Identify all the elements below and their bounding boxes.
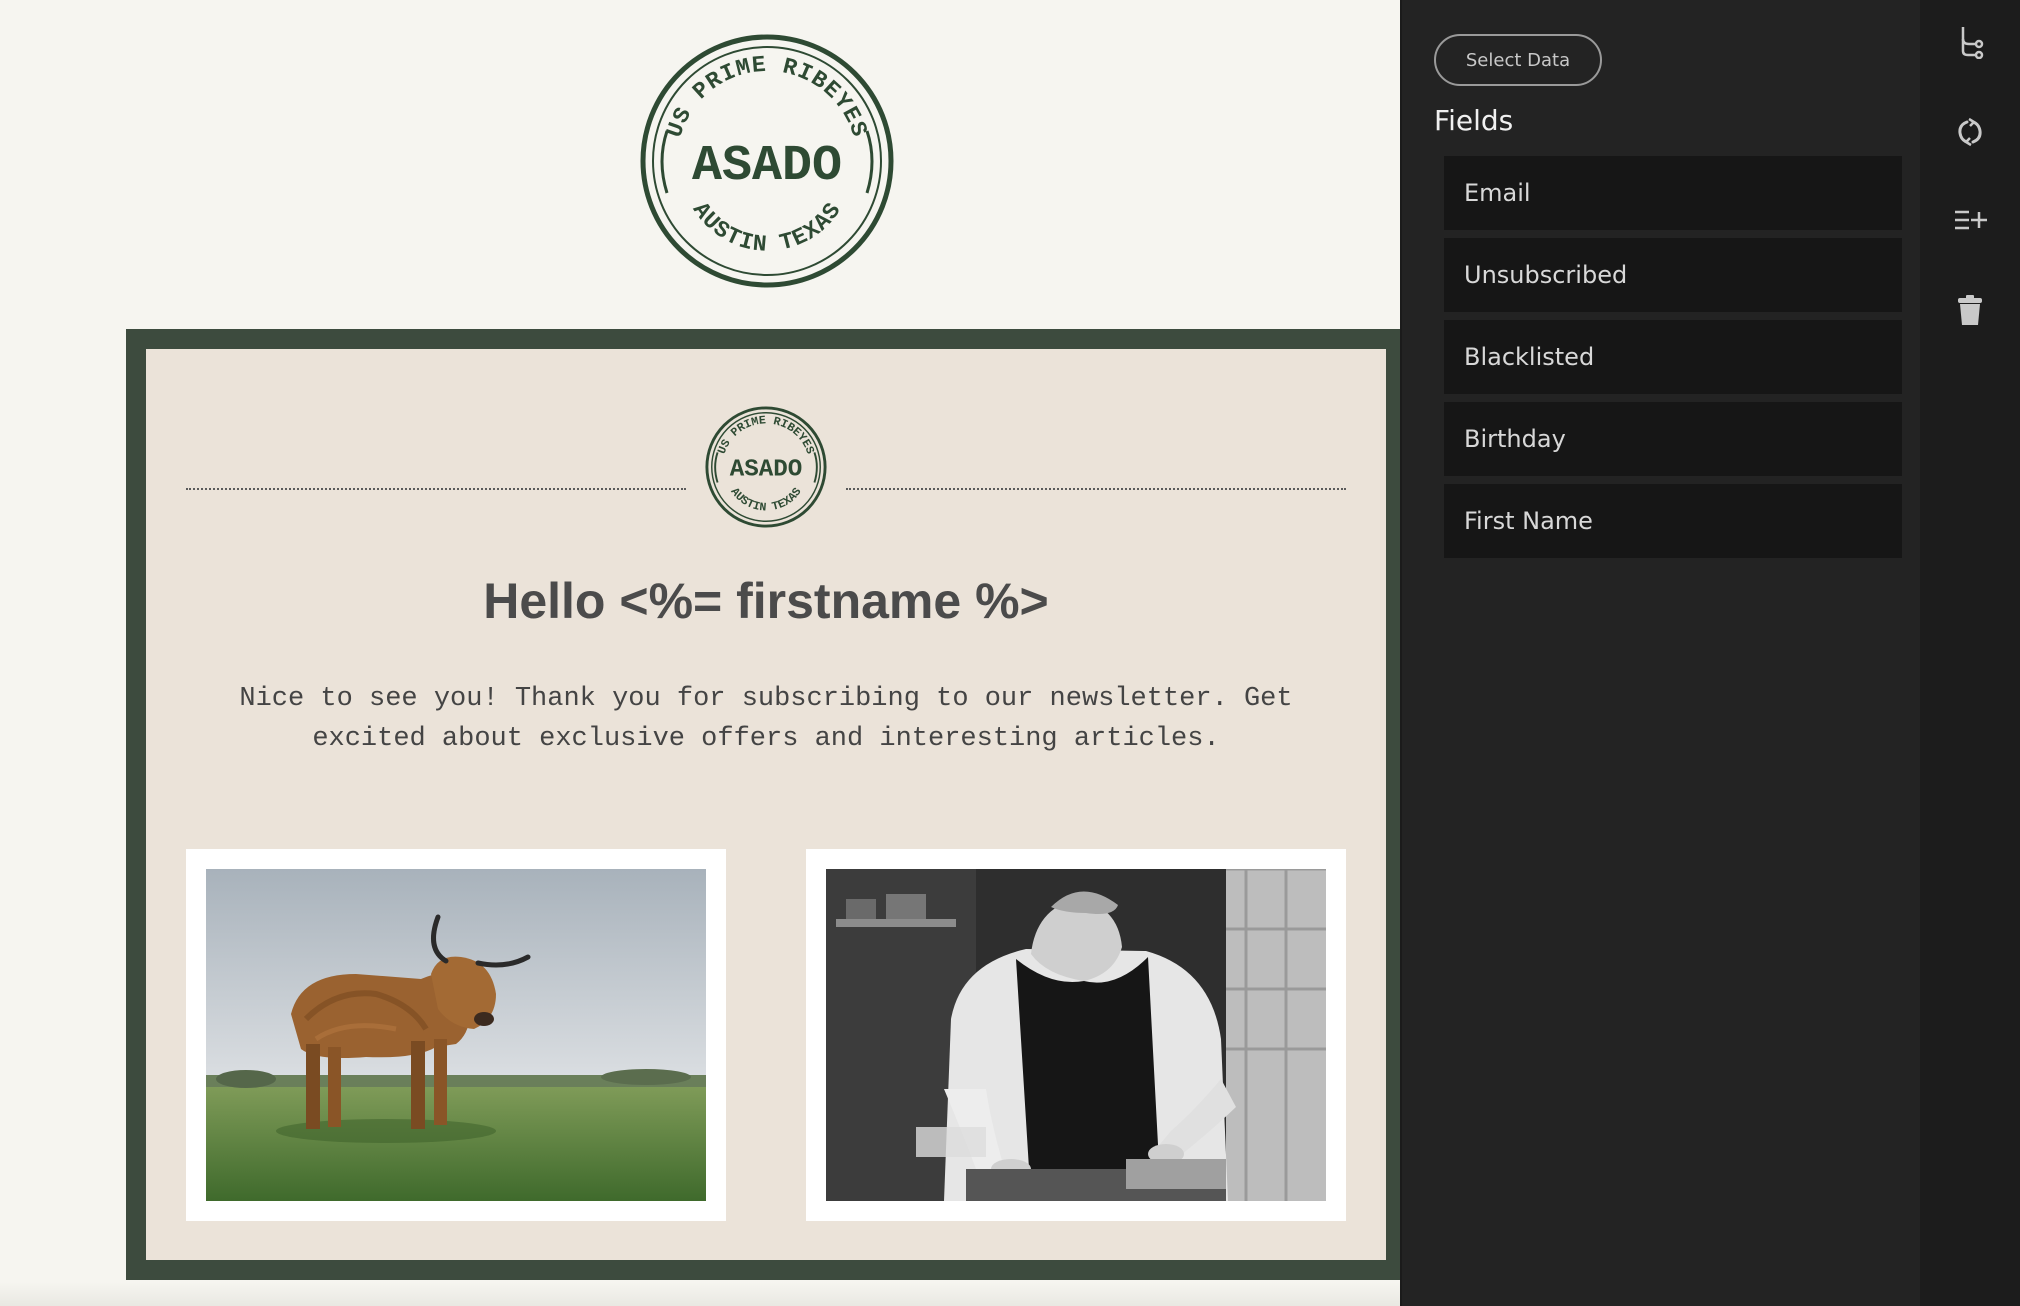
email-body[interactable]: US PRIME RIBEYES ASADO AUSTIN TEXAS Hell… <box>146 349 1386 1260</box>
email-template-frame[interactable]: US PRIME RIBEYES ASADO AUSTIN TEXAS Hell… <box>126 329 1400 1280</box>
fields-heading: Fields <box>1434 104 1514 137</box>
chef-cooking-image[interactable] <box>826 869 1326 1201</box>
greeting-heading[interactable]: Hello <%= firstname %> <box>146 571 1386 631</box>
field-item-first-name[interactable]: First Name <box>1444 484 1902 558</box>
asado-logo-small: US PRIME RIBEYES ASADO AUSTIN TEXAS <box>705 406 827 528</box>
svg-text:AUSTIN TEXAS: AUSTIN TEXAS <box>687 198 847 258</box>
image-block-cow[interactable] <box>186 849 726 1221</box>
refresh-icon[interactable] <box>1950 112 1990 152</box>
trash-icon[interactable] <box>1950 290 1990 330</box>
field-item-unsubscribed[interactable]: Unsubscribed <box>1444 238 1902 312</box>
divider-right <box>846 488 1346 490</box>
image-block-chef[interactable] <box>806 849 1346 1221</box>
svg-text:US PRIME RIBEYES: US PRIME RIBEYES <box>662 52 873 141</box>
field-item-blacklisted[interactable]: Blacklisted <box>1444 320 1902 394</box>
field-list: Email Unsubscribed Blacklisted Birthday … <box>1444 156 1902 566</box>
editor-toolbar <box>1920 0 2020 1306</box>
field-item-email[interactable]: Email <box>1444 156 1902 230</box>
select-data-button[interactable]: Select Data <box>1434 34 1602 86</box>
canvas-edge <box>0 1282 1400 1306</box>
asado-logo: US PRIME RIBEYES ASADO AUSTIN TEXAS <box>640 34 894 288</box>
svg-text:ASADO: ASADO <box>730 457 803 484</box>
divider-left <box>186 488 686 490</box>
branch-icon[interactable] <box>1950 22 1990 62</box>
email-canvas: US PRIME RIBEYES ASADO AUSTIN TEXAS US P… <box>0 0 1400 1306</box>
add-list-icon[interactable] <box>1950 200 1990 240</box>
data-panel: Select Data Fields Email Unsubscribed Bl… <box>1400 0 1920 1306</box>
intro-text[interactable]: Nice to see you! Thank you for subscribi… <box>206 679 1326 759</box>
svg-text:ASADO: ASADO <box>692 138 842 195</box>
svg-text:AUSTIN TEXAS: AUSTIN TEXAS <box>728 486 805 515</box>
field-item-birthday[interactable]: Birthday <box>1444 402 1902 476</box>
highland-cow-image[interactable] <box>206 869 706 1201</box>
